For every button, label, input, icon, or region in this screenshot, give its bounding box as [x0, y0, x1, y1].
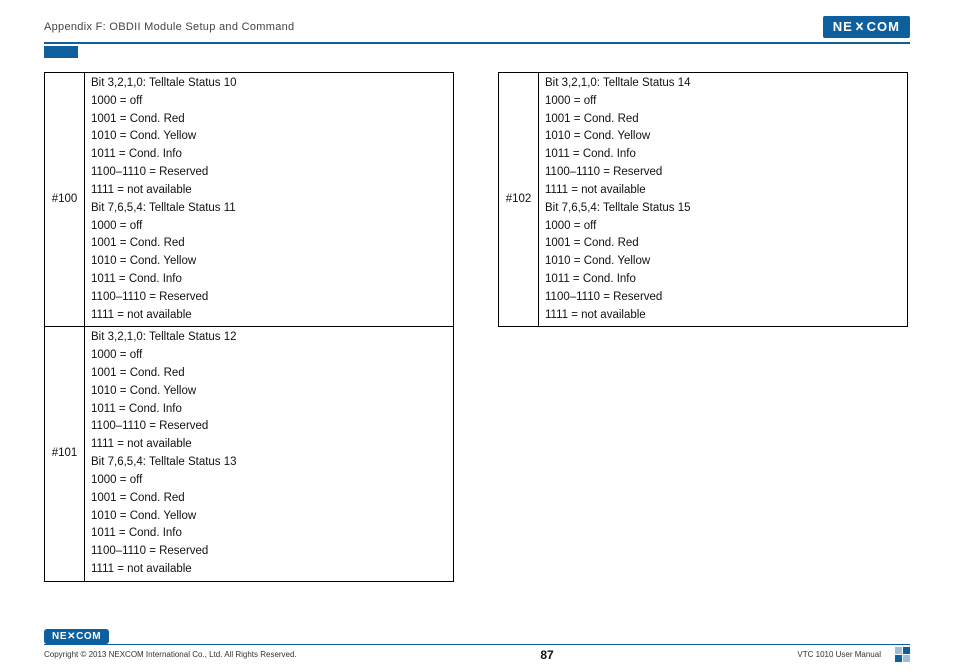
content-line: 1100–1110 = Reserved: [91, 164, 447, 182]
content-line: 1000 = off: [91, 218, 447, 236]
content-line: 1010 = Cond. Yellow: [91, 128, 447, 146]
content-line: 1010 = Cond. Yellow: [91, 383, 447, 401]
content-line: 1010 = Cond. Yellow: [545, 253, 901, 271]
content-line: 1111 = not available: [91, 307, 447, 325]
left-table: #100Bit 3,2,1,0: Telltale Status 101000 …: [44, 72, 454, 582]
content-line: Bit 3,2,1,0: Telltale Status 10: [91, 75, 447, 93]
page-number: 87: [540, 648, 553, 662]
content-line: 1111 = not available: [545, 307, 901, 325]
content-line: 1000 = off: [91, 472, 447, 490]
content-line: 1011 = Cond. Info: [91, 401, 447, 419]
row-content: Bit 3,2,1,0: Telltale Status 101000 = of…: [85, 73, 454, 327]
content-line: 1010 = Cond. Yellow: [91, 253, 447, 271]
content-line: 1111 = not available: [91, 561, 447, 579]
content-line: 1100–1110 = Reserved: [545, 289, 901, 307]
content-line: 1100–1110 = Reserved: [91, 289, 447, 307]
header-tab-accent: [44, 46, 78, 58]
row-index: #102: [499, 73, 539, 327]
content-line: 1001 = Cond. Red: [91, 111, 447, 129]
content-line: 1111 = not available: [545, 182, 901, 200]
content-line: 1000 = off: [91, 347, 447, 365]
content-line: 1001 = Cond. Red: [545, 111, 901, 129]
row-content: Bit 3,2,1,0: Telltale Status 141000 = of…: [539, 73, 908, 327]
row-content: Bit 3,2,1,0: Telltale Status 121000 = of…: [85, 327, 454, 581]
footer-rule: [44, 644, 910, 645]
content-line: 1001 = Cond. Red: [91, 235, 447, 253]
right-table: #102Bit 3,2,1,0: Telltale Status 141000 …: [498, 72, 908, 327]
content-line: 1111 = not available: [91, 436, 447, 454]
content-line: Bit 7,6,5,4: Telltale Status 11: [91, 200, 447, 218]
content-line: 1100–1110 = Reserved: [545, 164, 901, 182]
content-line: 1001 = Cond. Red: [91, 365, 447, 383]
content-line: 1010 = Cond. Yellow: [545, 128, 901, 146]
content-line: 1100–1110 = Reserved: [91, 418, 447, 436]
content-line: 1001 = Cond. Red: [91, 490, 447, 508]
content-line: 1001 = Cond. Red: [545, 235, 901, 253]
copyright-text: Copyright © 2013 NEXCOM International Co…: [44, 650, 297, 659]
content-line: 1011 = Cond. Info: [545, 146, 901, 164]
content-line: 1111 = not available: [91, 182, 447, 200]
content-line: Bit 7,6,5,4: Telltale Status 15: [545, 200, 901, 218]
content-line: 1000 = off: [545, 218, 901, 236]
content-line: Bit 3,2,1,0: Telltale Status 12: [91, 329, 447, 347]
content-line: Bit 3,2,1,0: Telltale Status 14: [545, 75, 901, 93]
manual-name: VTC 1010 User Manual: [797, 650, 881, 659]
footer-dots-icon: [895, 647, 910, 662]
content-line: 1000 = off: [545, 93, 901, 111]
content-line: 1011 = Cond. Info: [91, 146, 447, 164]
row-index: #101: [45, 327, 85, 581]
brand-logo: NE✕COM: [823, 16, 910, 38]
content-line: 1011 = Cond. Info: [91, 271, 447, 289]
row-index: #100: [45, 73, 85, 327]
content-line: 1011 = Cond. Info: [545, 271, 901, 289]
content-line: 1010 = Cond. Yellow: [91, 508, 447, 526]
header-rule: [44, 42, 910, 44]
content-line: 1100–1110 = Reserved: [91, 543, 447, 561]
content-line: 1000 = off: [91, 93, 447, 111]
header-title: Appendix F: OBDII Module Setup and Comma…: [44, 21, 294, 33]
content-line: 1011 = Cond. Info: [91, 525, 447, 543]
content-line: Bit 7,6,5,4: Telltale Status 13: [91, 454, 447, 472]
footer-brand-logo: NE✕COM: [44, 629, 109, 644]
logo-ne: NE✕COM: [833, 19, 900, 35]
